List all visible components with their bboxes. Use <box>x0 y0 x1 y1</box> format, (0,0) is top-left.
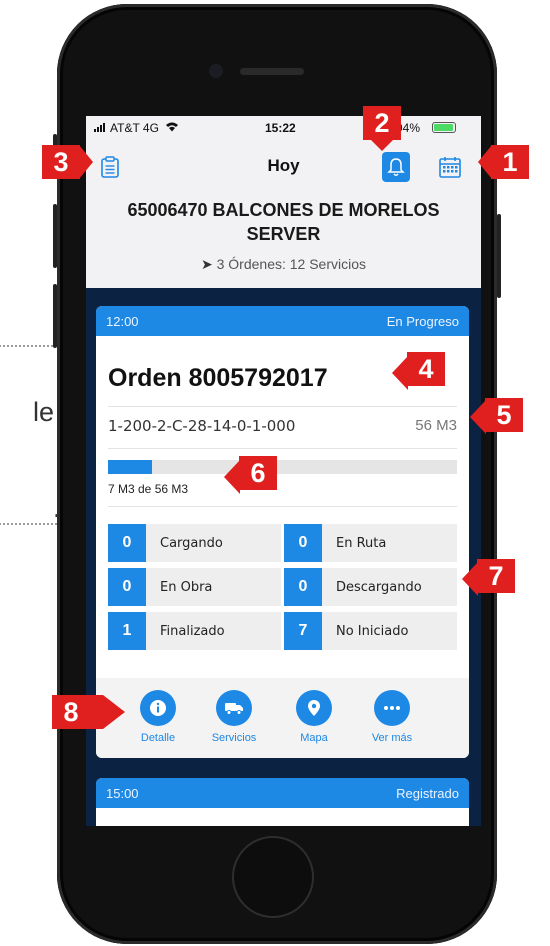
stat-label: En Obra <box>160 579 213 595</box>
bell-icon[interactable] <box>382 152 410 182</box>
earpiece-speaker <box>240 68 304 75</box>
truck-icon <box>216 690 252 726</box>
stat-label: Descargando <box>336 579 422 595</box>
stat-cargando: 0 Cargando <box>108 524 281 562</box>
stat-count: 0 <box>284 568 322 606</box>
stat-label: En Ruta <box>336 535 387 551</box>
map-pin-icon <box>296 690 332 726</box>
station-title: 65006470 BALCONES DE MORELOS SERVER <box>127 200 440 244</box>
next-order-time: 15:00 <box>106 785 139 801</box>
power-button <box>497 214 501 298</box>
stat-en-obra: 0 En Obra <box>108 568 281 606</box>
next-order-header: 15:00 Registrado <box>96 778 469 808</box>
info-icon <box>140 690 176 726</box>
marker-3: 3 <box>42 145 80 179</box>
order-card-header: 12:00 En Progreso <box>96 306 469 336</box>
front-camera <box>209 64 223 78</box>
order-volume: 56 M3 <box>415 417 457 434</box>
mapa-button[interactable]: Mapa <box>279 690 349 744</box>
delivery-progress-bar <box>108 460 457 474</box>
detalle-button[interactable]: Detalle <box>123 690 193 744</box>
header-area: AT&T 4G 15:22 94% Hoy 65006470 BALCONES … <box>86 116 481 288</box>
order-status: En Progreso <box>386 313 459 329</box>
action-label: Detalle <box>140 732 176 744</box>
stat-count: 0 <box>108 524 146 562</box>
home-button[interactable] <box>232 836 314 918</box>
marker-arrow <box>478 145 492 179</box>
summary-text: 3 Órdenes: 12 Servicios <box>216 256 367 272</box>
status-bar: AT&T 4G 15:22 94% <box>86 116 481 138</box>
delivery-progress-fill <box>108 460 152 474</box>
marker-6: 6 <box>239 456 277 490</box>
callout-text-1: le <box>33 397 55 427</box>
battery-icon <box>432 122 456 133</box>
stat-finalizado: 1 Finalizado <box>108 612 281 650</box>
stat-no-iniciado: 7 No Iniciado <box>284 612 457 650</box>
stat-count: 7 <box>284 612 322 650</box>
ver-mas-button[interactable]: Ver más <box>357 690 427 744</box>
app-screen: AT&T 4G 15:22 94% Hoy 65006470 BALCONES … <box>86 116 481 826</box>
marker-1: 1 <box>491 145 529 179</box>
marker-arrow <box>462 562 478 596</box>
stat-descargando: 0 Descargando <box>284 568 457 606</box>
status-time: 15:22 <box>265 121 296 135</box>
more-icon <box>374 690 410 726</box>
stat-count: 0 <box>108 568 146 606</box>
signal-icon <box>94 123 105 132</box>
divider <box>108 406 457 407</box>
marker-arrow <box>224 460 240 494</box>
action-label: Servicios <box>211 732 257 744</box>
action-label: Ver más <box>371 732 413 744</box>
marker-7: 7 <box>477 559 515 593</box>
volume-up-button <box>53 204 57 268</box>
marker-arrow <box>470 400 486 434</box>
marker-arrow <box>370 139 394 151</box>
marker-8: 8 <box>52 695 90 729</box>
stat-count: 1 <box>108 612 146 650</box>
marker-arrow <box>392 356 408 390</box>
servicios-button[interactable]: Servicios <box>199 690 269 744</box>
next-order-status: Registrado <box>396 785 459 801</box>
action-label: Mapa <box>300 732 328 744</box>
next-order-card[interactable]: 15:00 Registrado <box>96 778 469 826</box>
progress-label: 7 M3 de 56 M3 <box>108 482 189 496</box>
marker-arrow <box>79 145 93 179</box>
calendar-icon[interactable] <box>437 154 463 180</box>
location-arrow-icon: ➤ <box>200 256 213 272</box>
stat-count: 0 <box>284 524 322 562</box>
orders-summary: ➤ 3 Órdenes: 12 Servicios <box>86 256 481 273</box>
marker-5: 5 <box>485 398 523 432</box>
stat-en-ruta: 0 En Ruta <box>284 524 457 562</box>
divider <box>108 448 457 449</box>
wifi-icon <box>166 122 179 132</box>
order-title: Orden 8005792017 <box>108 364 328 392</box>
stat-label: Finalizado <box>160 623 225 639</box>
marker-2: 2 <box>363 106 401 140</box>
order-code: 1-200-2-C-28-14-0-1-000 <box>108 417 296 435</box>
divider <box>108 506 457 507</box>
nav-title: Hoy <box>267 156 300 175</box>
marker-4: 4 <box>407 352 445 386</box>
order-actions: Detalle Servicios Mapa Ver más <box>96 678 469 758</box>
order-time: 12:00 <box>106 313 139 329</box>
marker-arrow <box>89 695 125 729</box>
volume-down-button <box>53 284 57 348</box>
stat-label: Cargando <box>160 535 223 551</box>
stat-label: No Iniciado <box>336 623 409 639</box>
carrier-label: AT&T 4G <box>94 121 179 135</box>
